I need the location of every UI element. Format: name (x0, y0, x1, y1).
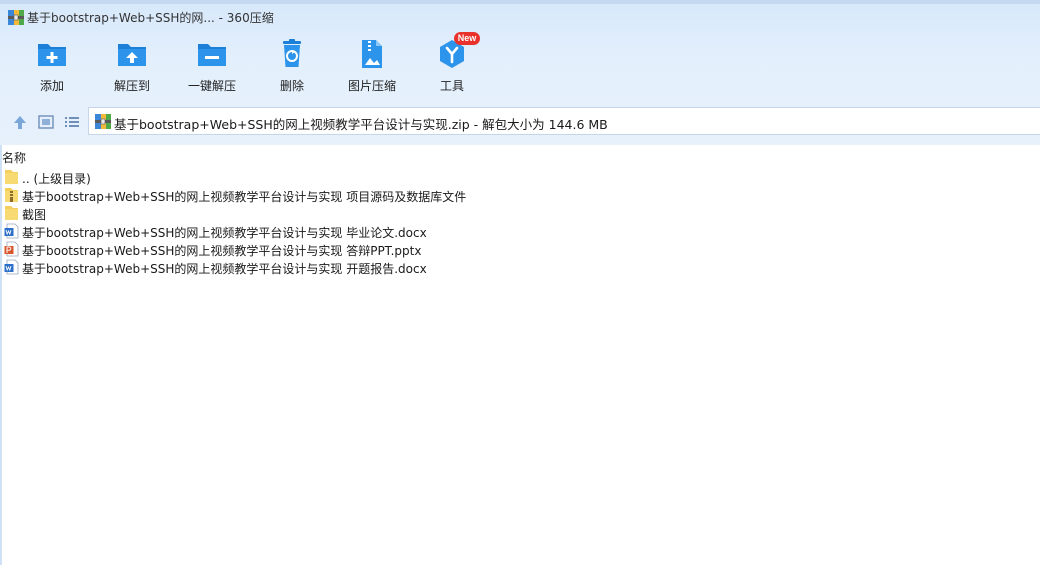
window-title: 基于bootstrap+Web+SSH的网... - 360压缩 (27, 11, 274, 25)
extract-to-button-label: 解压到 (113, 79, 150, 93)
folder-icon (5, 170, 18, 184)
file-name: 基于bootstrap+Web+SSH的网上视频教学平台设计与实现 毕业论文.d… (22, 226, 427, 240)
zip-archive-icon (5, 188, 18, 202)
new-badge: New (454, 32, 480, 45)
file-name: .. (上级目录) (22, 172, 91, 186)
thumbnail-view-icon[interactable] (37, 113, 55, 131)
add-button-label: 添加 (39, 79, 64, 93)
address-bar[interactable]: 基于bootstrap+Web+SSH的网上视频教学平台设计与实现.zip - … (88, 107, 1040, 135)
tools-button-label: 工具 (439, 79, 464, 93)
file-name: 基于bootstrap+Web+SSH的网上视频教学平台设计与实现 答辩PPT.… (22, 244, 422, 258)
title-bar: 基于bootstrap+Web+SSH的网... - 360压缩 (0, 6, 1040, 28)
recycle-bin-icon (283, 39, 301, 67)
file-rows: .. (上级目录) 基于bootstrap+Web+SSH的网上视频教学平台设计… (4, 168, 704, 276)
image-compress-button-label: 图片压缩 (347, 79, 396, 93)
file-name: 基于bootstrap+Web+SSH的网上视频教学平台设计与实现 开题报告.d… (22, 262, 427, 276)
list-item[interactable]: 基于bootstrap+Web+SSH的网上视频教学平台设计与实现 项目源码及数… (4, 186, 704, 204)
list-item[interactable]: 基于bootstrap+Web+SSH的网上视频教学平台设计与实现 开题报告.d… (4, 258, 704, 276)
file-name: 截图 (22, 208, 47, 222)
powerpoint-document-icon (4, 241, 19, 257)
list-item[interactable]: 截图 (4, 204, 704, 222)
folder-icon (5, 206, 18, 220)
add-button[interactable]: 添加 (16, 34, 88, 98)
file-list: 名称 .. (上级目录) 基于bootstrap+Web+SSH的网上视频教学平… (0, 145, 1040, 565)
extract-to-button[interactable]: 解压到 (96, 34, 168, 98)
list-item[interactable]: 基于bootstrap+Web+SSH的网上视频教学平台设计与实现 毕业论文.d… (4, 222, 704, 240)
delete-button[interactable]: 删除 (256, 34, 328, 98)
toolbar: 添加 解压到 一键解压 删除 图片压缩 工具 (0, 34, 520, 98)
list-view-icon[interactable] (63, 113, 81, 131)
header-band: 基于bootstrap+Web+SSH的网... - 360压缩 添加 解压到 … (0, 0, 1040, 145)
list-item-parent-dir[interactable]: .. (上级目录) (4, 168, 704, 186)
folder-extract-icon (118, 44, 146, 66)
top-strip (0, 0, 1040, 4)
word-document-icon (4, 223, 19, 239)
archive-app-icon (8, 10, 24, 25)
image-compress-button[interactable]: 图片压缩 (336, 34, 408, 98)
up-arrow-icon[interactable] (11, 113, 29, 131)
word-document-icon (4, 259, 19, 275)
image-compress-icon (362, 40, 382, 68)
folder-add-icon (38, 44, 66, 66)
list-item[interactable]: 基于bootstrap+Web+SSH的网上视频教学平台设计与实现 答辩PPT.… (4, 240, 704, 258)
app-window: 基于bootstrap+Web+SSH的网... - 360压缩 添加 解压到 … (0, 0, 1040, 565)
column-header-label: 名称 (2, 151, 27, 165)
one-click-extract-button[interactable]: 一键解压 (176, 34, 248, 98)
delete-button-label: 删除 (279, 79, 304, 93)
folder-oneclick-extract-icon (198, 44, 226, 66)
zip-archive-icon (95, 114, 111, 129)
file-name: 基于bootstrap+Web+SSH的网上视频教学平台设计与实现 项目源码及数… (22, 190, 467, 204)
one-click-extract-button-label: 一键解压 (187, 79, 236, 93)
address-path: 基于bootstrap+Web+SSH的网上视频教学平台设计与实现.zip - … (114, 117, 608, 132)
view-controls (0, 107, 88, 135)
